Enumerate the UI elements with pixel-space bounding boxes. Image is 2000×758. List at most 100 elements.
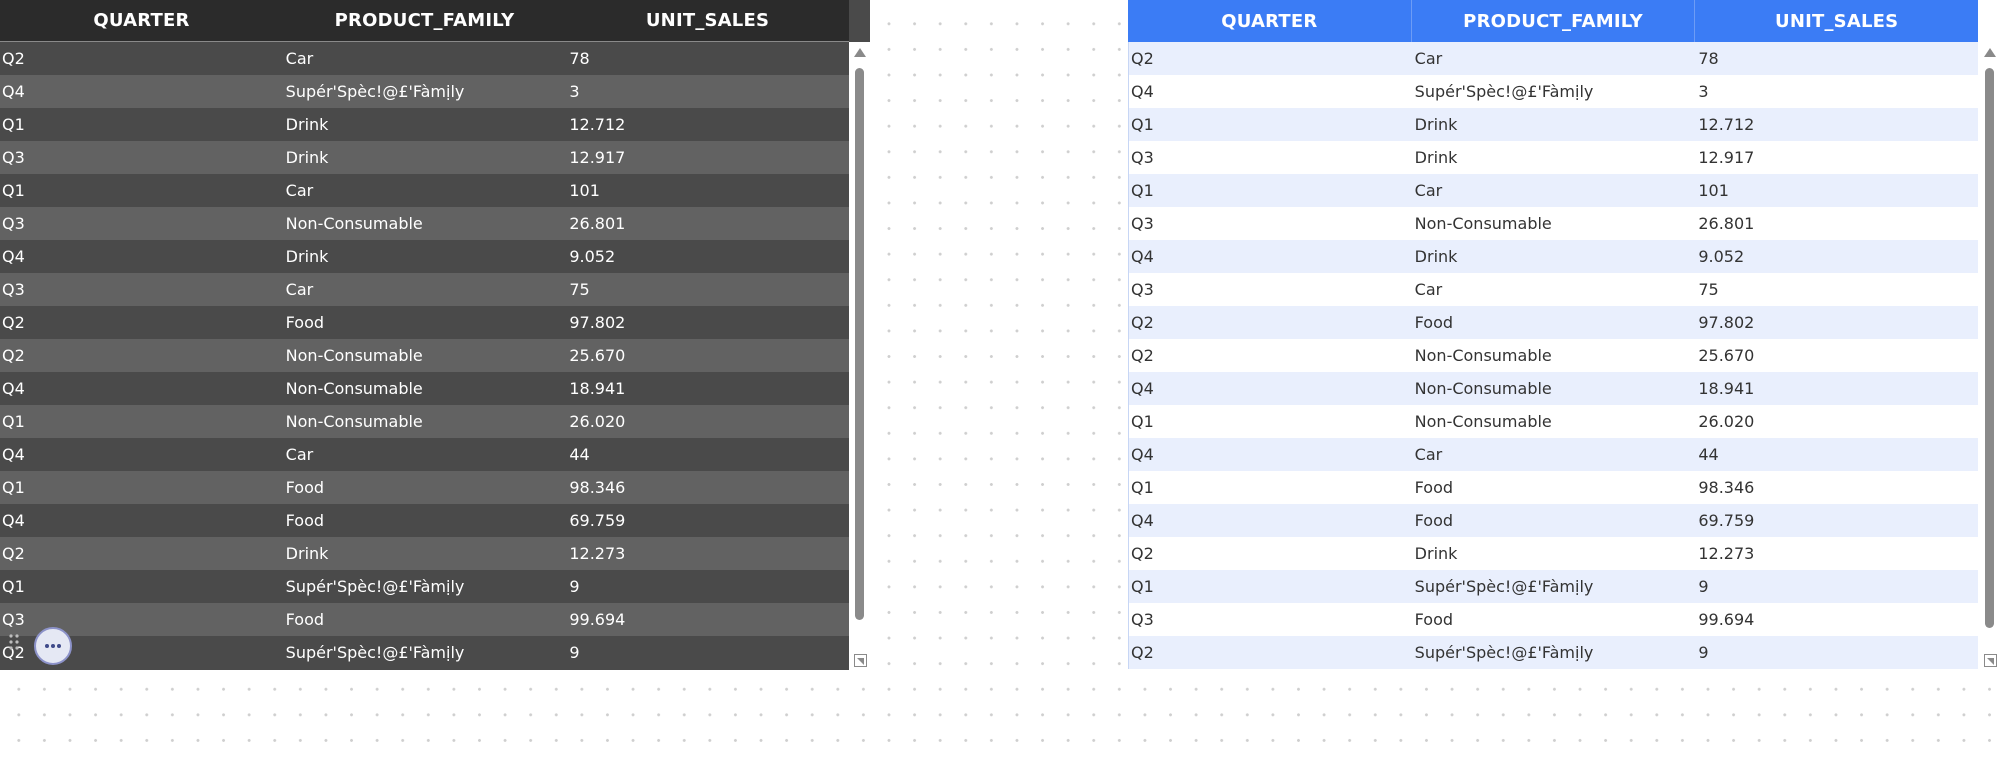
dark-table-widget: QUARTER PRODUCT_FAMILY UNIT_SALES Q2 Car 7…: [0, 0, 870, 670]
cell-unit-sales: 97.802: [569, 313, 626, 332]
column-header-product-family[interactable]: PRODUCT_FAMILY: [1410, 0, 1695, 42]
dark-table-grid: QUARTER PRODUCT_FAMILY UNIT_SALES Q2 Car 7…: [0, 0, 849, 670]
cell-unit-sales: 9.052: [569, 247, 616, 266]
table-row[interactable]: Q2 Food 97.802: [0, 306, 849, 339]
cell-quarter: Q3: [1131, 148, 1154, 167]
table-row[interactable]: Q4 Supér'Spèc!@£'Fàmịly 3: [0, 75, 849, 108]
light-table-scrollbar[interactable]: [1979, 42, 2000, 670]
column-header-quarter[interactable]: QUARTER: [1128, 0, 1411, 42]
table-row[interactable]: Q2 Car 78: [0, 42, 849, 75]
light-table-grid: QUARTER PRODUCT_FAMILY UNIT_SALES Q2 Car 7…: [1128, 0, 1978, 670]
scrollbar-thumb[interactable]: [855, 68, 864, 620]
cell-quarter: Q1: [2, 412, 25, 431]
cell-unit-sales: 98.346: [1698, 478, 1755, 497]
table-row[interactable]: Q4 Drink 9.052: [1128, 240, 1978, 273]
cell-product-family: Non-Consumable: [1414, 346, 1552, 365]
cell-unit-sales: 26.020: [1698, 412, 1755, 431]
table-row[interactable]: Q3 Non-Consumable 26.801: [0, 207, 849, 240]
table-row[interactable]: Q4 Food 69.759: [1128, 504, 1978, 537]
dashboard-canvas: QUARTER PRODUCT_FAMILY UNIT_SALES Q2 Car 7…: [0, 0, 2000, 758]
scrollbar-thumb[interactable]: [1985, 68, 1994, 628]
table-row[interactable]: Q1 Food 98.346: [0, 471, 849, 504]
table-row[interactable]: Q1 Car 101: [0, 174, 849, 207]
cell-unit-sales: 44: [1698, 445, 1719, 464]
cell-quarter: Q4: [1131, 511, 1154, 530]
table-row[interactable]: Q4 Supér'Spèc!@£'Fàmịly 3: [1128, 75, 1978, 108]
table-row[interactable]: Q3 Food 99.694: [1128, 603, 1978, 636]
drag-handle-icon[interactable]: [8, 633, 20, 651]
cell-unit-sales: 78: [569, 49, 590, 68]
cell-unit-sales: 26.020: [569, 412, 626, 431]
cell-quarter: Q2: [1131, 346, 1154, 365]
cell-product-family: Car: [1414, 181, 1443, 200]
table-row[interactable]: Q1 Non-Consumable 26.020: [1128, 405, 1978, 438]
table-row[interactable]: Q1 Drink 12.712: [1128, 108, 1978, 141]
column-header-unit-sales[interactable]: UNIT_SALES: [566, 0, 849, 41]
cell-product-family: Non-Consumable: [1414, 214, 1552, 233]
triangle-up-icon[interactable]: [854, 48, 866, 57]
resize-corner-icon[interactable]: [854, 654, 867, 667]
table-row[interactable]: Q2 Supér'Spèc!@£'Fàmịly 9: [1128, 636, 1978, 669]
cell-quarter: Q1: [2, 115, 25, 134]
triangle-up-icon[interactable]: [1984, 48, 1996, 57]
cell-product-family: Non-Consumable: [285, 379, 423, 398]
cell-product-family: Food: [1414, 478, 1454, 497]
table-row[interactable]: Q2 Drink 12.273: [0, 537, 849, 570]
table-row[interactable]: Q1 Non-Consumable 26.020: [0, 405, 849, 438]
table-row[interactable]: Q2 Car 78: [1128, 42, 1978, 75]
table-row[interactable]: Q2 Non-Consumable 25.670: [0, 339, 849, 372]
table-row[interactable]: Q2 Supér'Spèc!@£'Fàmịly 9: [0, 636, 849, 669]
table-row[interactable]: Q3 Non-Consumable 26.801: [1128, 207, 1978, 240]
cell-quarter: Q2: [1131, 544, 1154, 563]
table-row[interactable]: Q4 Drink 9.052: [0, 240, 849, 273]
table-row[interactable]: Q4 Food 69.759: [0, 504, 849, 537]
cell-product-family: Car: [285, 49, 314, 68]
table-row[interactable]: Q1 Supér'Spèc!@£'Fàmịly 9: [0, 570, 849, 603]
table-row[interactable]: Q1 Food 98.346: [1128, 471, 1978, 504]
table-row[interactable]: Q3 Food 99.694: [0, 603, 849, 636]
table-row[interactable]: Q3 Car 75: [1128, 273, 1978, 306]
cell-unit-sales: 75: [1698, 280, 1719, 299]
cell-product-family: Food: [285, 313, 325, 332]
resize-corner-icon[interactable]: [1984, 654, 1997, 667]
table-row[interactable]: Q3 Car 75: [0, 273, 849, 306]
dark-table-header: QUARTER PRODUCT_FAMILY UNIT_SALES: [0, 0, 849, 42]
table-row[interactable]: Q1 Drink 12.712: [0, 108, 849, 141]
cell-quarter: Q2: [1131, 643, 1154, 662]
cell-product-family: Car: [1414, 280, 1443, 299]
table-row[interactable]: Q1 Car 101: [1128, 174, 1978, 207]
cell-unit-sales: 26.801: [569, 214, 626, 233]
cell-product-family: Supér'Spèc!@£'Fàmịly: [1414, 643, 1594, 662]
table-row[interactable]: Q3 Drink 12.917: [1128, 141, 1978, 174]
cell-quarter: Q4: [1131, 445, 1154, 464]
dark-table-scrollbar[interactable]: [849, 42, 870, 670]
cell-quarter: Q4: [2, 511, 25, 530]
column-header-product-family[interactable]: PRODUCT_FAMILY: [283, 0, 566, 41]
table-row[interactable]: Q4 Car 44: [0, 438, 849, 471]
cell-unit-sales: 78: [1698, 49, 1719, 68]
cell-unit-sales: 9.052: [1698, 247, 1745, 266]
table-row[interactable]: Q3 Drink 12.917: [0, 141, 849, 174]
cell-product-family: Drink: [285, 115, 329, 134]
table-row[interactable]: Q4 Non-Consumable 18.941: [1128, 372, 1978, 405]
column-header-quarter[interactable]: QUARTER: [0, 0, 283, 41]
column-header-unit-sales[interactable]: UNIT_SALES: [1694, 0, 1978, 42]
more-options-button[interactable]: [34, 627, 72, 665]
cell-quarter: Q2: [2, 544, 25, 563]
cell-unit-sales: 12.273: [1698, 544, 1755, 563]
table-row[interactable]: Q4 Non-Consumable 18.941: [0, 372, 849, 405]
cell-quarter: Q4: [2, 82, 25, 101]
cell-product-family: Food: [285, 478, 325, 497]
cell-product-family: Food: [1414, 313, 1454, 332]
table-row[interactable]: Q2 Non-Consumable 25.670: [1128, 339, 1978, 372]
cell-product-family: Food: [285, 511, 325, 530]
cell-product-family: Supér'Spèc!@£'Fàmịly: [1414, 577, 1594, 596]
cell-unit-sales: 12.917: [1698, 148, 1755, 167]
table-row[interactable]: Q2 Food 97.802: [1128, 306, 1978, 339]
cell-unit-sales: 12.712: [1698, 115, 1755, 134]
table-row[interactable]: Q1 Supér'Spèc!@£'Fàmịly 9: [1128, 570, 1978, 603]
cell-quarter: Q4: [2, 379, 25, 398]
table-row[interactable]: Q4 Car 44: [1128, 438, 1978, 471]
table-row[interactable]: Q2 Drink 12.273: [1128, 537, 1978, 570]
cell-quarter: Q3: [2, 280, 25, 299]
